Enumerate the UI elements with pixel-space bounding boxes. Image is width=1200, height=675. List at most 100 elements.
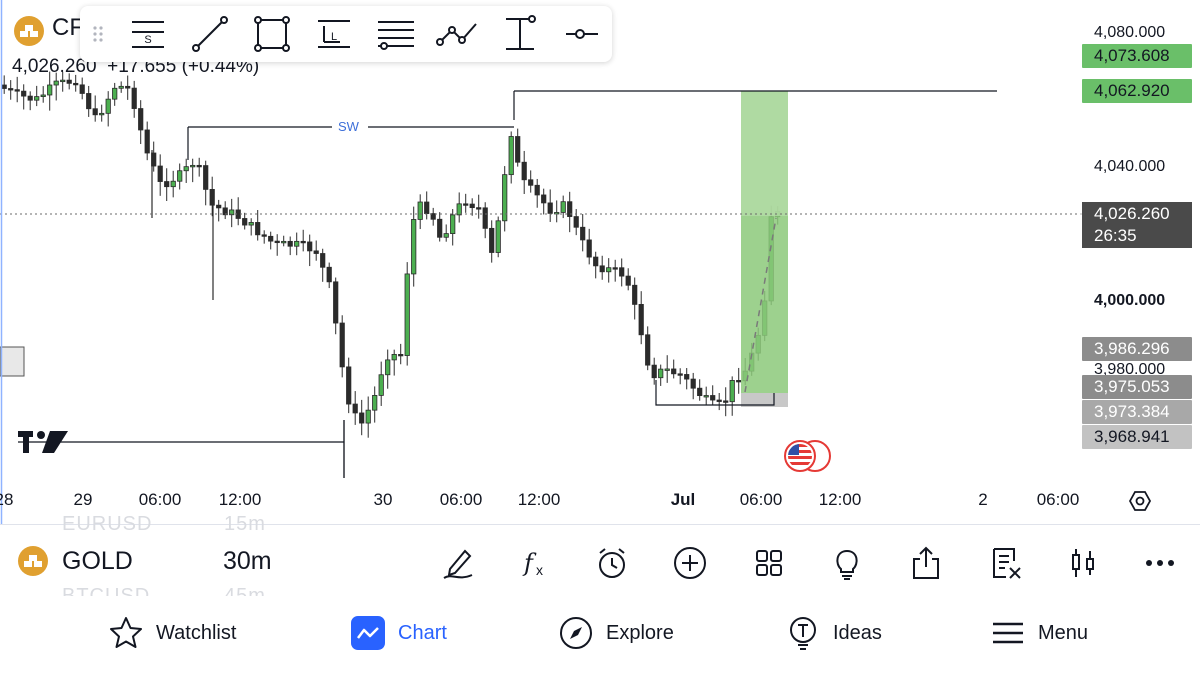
object-tree-icon[interactable]	[986, 543, 1026, 583]
candle-down	[515, 136, 521, 163]
entry-tag[interactable]: 3,975.053	[1082, 375, 1192, 399]
candle-down	[86, 93, 92, 110]
candle-up	[729, 380, 735, 403]
price-tick: 4,000.000	[1094, 292, 1166, 309]
draw-icon[interactable]	[438, 543, 478, 583]
nav-chart[interactable]: Chart	[350, 616, 447, 650]
candlestick-chart[interactable]	[0, 0, 1200, 524]
candle-down	[138, 108, 144, 131]
candle-down	[333, 281, 339, 324]
ideas-icon[interactable]	[827, 543, 867, 583]
trend-line-icon[interactable]	[188, 12, 232, 56]
candle-down	[261, 234, 267, 237]
time-tick: 2	[978, 490, 988, 509]
target-upper-tag[interactable]: 4,073.608	[1082, 44, 1192, 68]
candle-up	[703, 395, 709, 398]
candle-up	[417, 201, 423, 220]
target-tag[interactable]: 4,062.920	[1082, 79, 1192, 103]
candle-down	[528, 179, 534, 186]
candle-down	[541, 194, 547, 204]
star-icon	[110, 617, 142, 648]
menu-icon	[993, 622, 1023, 644]
nav-ideas[interactable]: Ideas	[785, 616, 882, 650]
chart-settings-icon[interactable]	[1128, 491, 1152, 511]
current-price-tag[interactable]: 4,026.260 26:35	[1082, 202, 1192, 248]
time-tick: 29	[73, 490, 93, 509]
candle-down	[352, 403, 358, 414]
vertical-range-icon[interactable]	[498, 12, 542, 56]
interval-selector[interactable]: 30m	[223, 545, 272, 577]
candle-down	[697, 387, 703, 397]
candle-up	[391, 354, 397, 361]
symbol-selector[interactable]: GOLD	[18, 545, 133, 577]
candle-down	[92, 108, 98, 116]
symbol-name: GOLD	[62, 546, 133, 575]
candle-down	[131, 87, 137, 109]
candle-down	[157, 165, 163, 182]
candle-down	[196, 164, 202, 168]
candles-group	[1, 71, 781, 478]
candle-down	[671, 368, 677, 375]
candle-up	[112, 87, 118, 100]
candle-down	[619, 267, 625, 277]
time-tick: 06:00	[138, 490, 182, 509]
nav-watchlist[interactable]: Watchlist	[108, 616, 236, 650]
candle-down	[300, 240, 306, 244]
candle-up	[177, 170, 183, 182]
candle-down	[424, 201, 430, 214]
rectangle-icon[interactable]	[250, 12, 294, 56]
add-icon[interactable]	[670, 543, 710, 583]
time-tick: 06:00	[1036, 490, 1080, 509]
stop-tag[interactable]: 3,973.384	[1082, 400, 1192, 424]
drag-handle-icon[interactable]	[80, 12, 116, 56]
left-edge-box[interactable]	[0, 346, 25, 377]
chart-area[interactable]: SW CF 4,026.260 +17.655 (+0.44%) S L 4,0…	[0, 0, 1200, 524]
nav-chart-label: Chart	[398, 621, 447, 644]
chart-type-icon[interactable]	[1063, 543, 1103, 583]
horizontal-lines-icon[interactable]	[374, 12, 418, 56]
path-icon[interactable]	[436, 12, 480, 56]
candle-down	[690, 378, 696, 389]
candle-up	[508, 136, 514, 176]
candle-down	[736, 380, 742, 383]
candle-down	[482, 207, 488, 229]
entry-upper-tag[interactable]: 3,986.296	[1082, 337, 1192, 361]
candle-up	[495, 220, 501, 253]
gold-bars-icon	[14, 16, 44, 46]
candle-up	[606, 267, 612, 273]
candle-up	[450, 214, 456, 234]
fib-settings-icon[interactable]: S	[126, 12, 170, 56]
low-tag[interactable]: 3,968.941	[1082, 425, 1192, 449]
candle-up	[411, 219, 417, 275]
nav-menu-label: Menu	[1038, 621, 1089, 644]
ghost-watchlist-interval-top: 15m	[224, 513, 266, 535]
candle-down	[593, 256, 599, 267]
bar-countdown: 26:35	[1094, 226, 1137, 245]
gold-bars-icon	[18, 546, 48, 576]
candle-up	[560, 201, 566, 213]
candle-down	[66, 79, 72, 84]
share-icon[interactable]	[906, 543, 946, 583]
alert-icon[interactable]	[592, 543, 632, 583]
layouts-icon[interactable]	[749, 543, 789, 583]
candle-up	[372, 395, 378, 411]
price-tick: 4,040.000	[1094, 158, 1166, 175]
candle-down	[612, 267, 618, 270]
candle-up	[378, 374, 384, 396]
candle-down	[242, 218, 248, 226]
us-economic-event-icon[interactable]	[784, 440, 831, 472]
nav-explore[interactable]: Explore	[558, 616, 674, 650]
bulb-icon	[790, 617, 816, 650]
long-position-icon[interactable]: L	[312, 12, 356, 56]
price-tick: 4,080.000	[1094, 24, 1166, 41]
candle-down	[534, 184, 540, 196]
horizontal-ray-icon[interactable]	[560, 12, 604, 56]
indicators-icon[interactable]: fx	[514, 543, 554, 583]
time-tick: 06:00	[739, 490, 783, 509]
candle-down	[209, 189, 215, 206]
candle-up	[99, 112, 105, 116]
candle-down	[1, 84, 7, 89]
nav-menu[interactable]: Menu	[990, 616, 1088, 650]
candle-down	[677, 373, 683, 376]
more-icon[interactable]	[1140, 543, 1180, 583]
